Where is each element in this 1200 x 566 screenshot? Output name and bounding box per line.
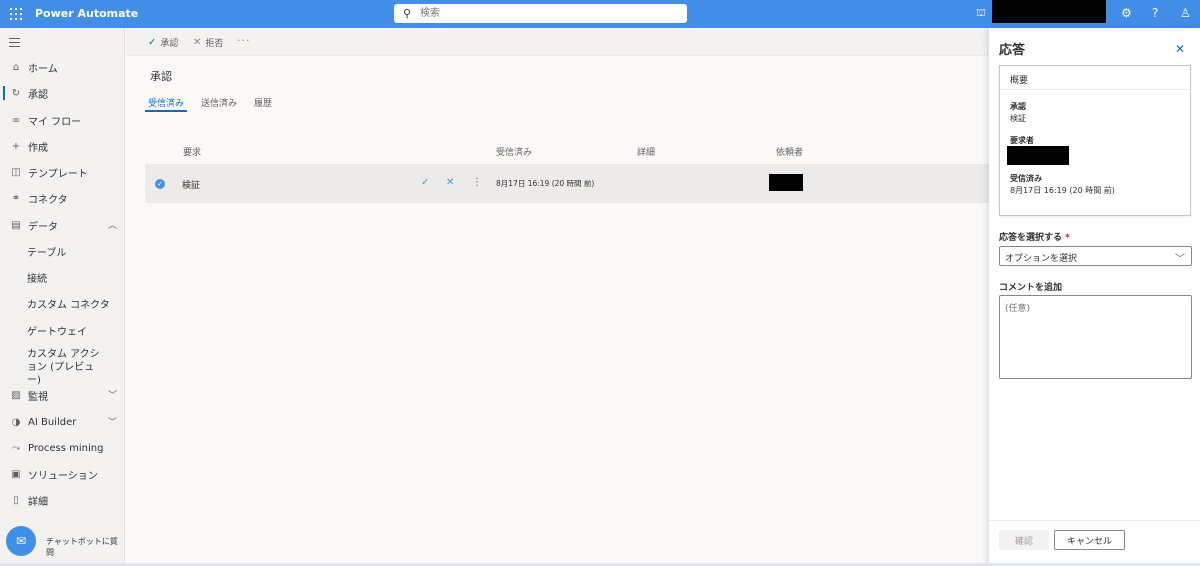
column-header-requester[interactable]: 依頼者: [776, 145, 803, 158]
approve-command-button[interactable]: ✓ 承認: [148, 36, 178, 49]
help-icon[interactable]: ?: [1152, 6, 1158, 20]
summary-header: 概要: [1000, 66, 1190, 90]
received-label: 受信済み: [1010, 174, 1042, 183]
search-input[interactable]: [420, 7, 670, 20]
solutions-icon: ▣: [11, 468, 21, 480]
tab-received[interactable]: 受信済み: [148, 96, 184, 109]
approvals-icon: ↻: [11, 87, 21, 99]
app-launcher-icon[interactable]: [10, 8, 22, 20]
close-icon[interactable]: ✕: [1175, 42, 1185, 56]
row-approve-icon[interactable]: ✓: [421, 177, 429, 188]
left-navigation: ⌂ ホーム ↻ 承認 ∞ マイ フロー + 作成 ◫ テンプレート ⚭ コネクタ…: [0, 28, 125, 566]
column-header-details[interactable]: 詳細: [637, 145, 655, 158]
nav-item-ai-builder[interactable]: ◑ AI Builder ﹀: [0, 410, 125, 434]
chatbot-label[interactable]: チャットボットに質問: [46, 536, 124, 558]
column-header-request[interactable]: 要求: [183, 145, 201, 158]
more-options-icon[interactable]: ···: [237, 34, 251, 47]
tab-sent[interactable]: 送信済み: [201, 96, 237, 109]
required-marker: *: [1065, 233, 1070, 243]
page-title: 承認: [150, 70, 172, 83]
approval-value: 検証: [1010, 114, 1026, 123]
plus-icon: +: [11, 140, 21, 152]
response-label: 応答を選択する *: [999, 233, 1070, 243]
app-title[interactable]: Power Automate: [35, 7, 138, 20]
environment-icon[interactable]: ⛫: [976, 6, 986, 21]
approval-label: 承認: [1010, 102, 1026, 111]
summary-card: 概要 承認 検証 要求者 受信済み 8月17日 16:19 (20 時間 前): [999, 65, 1191, 216]
nav-item-monitor[interactable]: ▨ 監視 ﹀: [0, 383, 125, 407]
response-dropdown-value: オプションを選択: [1005, 254, 1078, 264]
search-box[interactable]: ⚲: [394, 4, 687, 23]
table-row[interactable]: ✓ 検証 ✓ ✕ ⋮ 8月17日 16:19 (20 時間 前): [145, 164, 990, 203]
requester-redacted: [1007, 146, 1069, 165]
row-requester-redacted: [769, 174, 803, 191]
nav-item-process-mining[interactable]: ⤳ Process mining: [0, 436, 125, 460]
reject-command-button[interactable]: ✕ 拒否: [193, 36, 223, 49]
nav-item-custom-connectors[interactable]: カスタム コネクタ: [0, 291, 125, 315]
row-reject-icon[interactable]: ✕: [446, 177, 454, 188]
nav-item-tables[interactable]: テーブル: [0, 239, 125, 263]
process-mining-icon: ⤳: [12, 442, 20, 454]
database-icon: ▤: [11, 219, 21, 231]
close-icon: ✕: [193, 37, 202, 48]
template-icon: ◫: [11, 166, 21, 178]
nav-item-home[interactable]: ⌂ ホーム: [0, 55, 125, 79]
home-icon: ⌂: [12, 61, 20, 73]
column-header-received[interactable]: 受信済み: [496, 145, 532, 158]
search-icon: ⚲: [403, 7, 412, 20]
nav-item-data[interactable]: ▤ データ ︿: [0, 213, 125, 237]
top-bar: Power Automate ⚲ ⛫ ⚙ ? ♙: [0, 0, 1200, 28]
chatbot-icon[interactable]: ✉: [6, 526, 36, 556]
nav-item-custom-actions[interactable]: カスタム アクション (プレビュー): [0, 348, 125, 386]
nav-item-solutions[interactable]: ▣ ソリューション: [0, 462, 125, 486]
nav-item-templates[interactable]: ◫ テンプレート: [0, 160, 125, 184]
ai-builder-icon: ◑: [11, 416, 21, 428]
chevron-down-icon: ﹀: [107, 418, 117, 428]
comment-textarea[interactable]: [999, 295, 1192, 379]
nav-item-connections[interactable]: 接続: [0, 265, 125, 289]
tab-history[interactable]: 履歴: [254, 96, 272, 109]
confirm-button[interactable]: 確認: [999, 530, 1049, 550]
row-received: 8月17日 16:19 (20 時間 前): [496, 179, 595, 188]
nav-item-learn[interactable]: ▯ 詳細: [0, 488, 125, 512]
response-dropdown[interactable]: オプションを選択 ﹀: [999, 246, 1192, 266]
panel-footer-divider: [989, 520, 1200, 521]
book-icon: ▯: [13, 494, 19, 506]
nav-item-create[interactable]: + 作成: [0, 134, 125, 158]
settings-gear-icon[interactable]: ⚙: [1121, 6, 1132, 20]
hamburger-menu-icon[interactable]: [9, 38, 20, 50]
check-icon: ✓: [148, 37, 157, 48]
environment-redacted[interactable]: [992, 0, 1106, 23]
main-content: ✓ 承認 ✕ 拒否 ··· 承認 受信済み 送信済み 履歴 要求 受信済み 詳細…: [126, 28, 990, 566]
respond-panel: 応答 ✕ 概要 承認 検証 要求者 受信済み 8月17日 16:19 (20 時…: [989, 28, 1200, 566]
row-more-icon[interactable]: ⋮: [472, 177, 482, 188]
received-value: 8月17日 16:19 (20 時間 前): [1010, 186, 1115, 195]
chevron-down-icon: ﹀: [107, 391, 117, 401]
cancel-button[interactable]: キャンセル: [1054, 530, 1125, 550]
row-selected-check-icon[interactable]: ✓: [155, 179, 165, 189]
nav-item-my-flows[interactable]: ∞ マイ フロー: [0, 108, 125, 132]
chevron-down-icon: ﹀: [1175, 254, 1185, 265]
row-request: 検証: [182, 181, 201, 191]
comment-label: コメントを追加: [999, 283, 1063, 293]
nav-item-approvals[interactable]: ↻ 承認: [0, 81, 125, 105]
nav-item-gateways[interactable]: ゲートウェイ: [0, 318, 125, 342]
connector-icon: ⚭: [11, 192, 21, 204]
chevron-up-icon: ︿: [107, 221, 117, 231]
monitor-icon: ▨: [11, 389, 21, 401]
nav-item-connectors[interactable]: ⚭ コネクタ: [0, 186, 125, 210]
command-bar: ✓ 承認 ✕ 拒否 ···: [126, 28, 990, 56]
account-icon[interactable]: ♙: [1180, 6, 1191, 20]
panel-title: 応答: [999, 43, 1026, 58]
active-tab-indicator: [145, 110, 187, 112]
flow-icon: ∞: [11, 114, 21, 126]
requester-label: 要求者: [1010, 136, 1034, 145]
